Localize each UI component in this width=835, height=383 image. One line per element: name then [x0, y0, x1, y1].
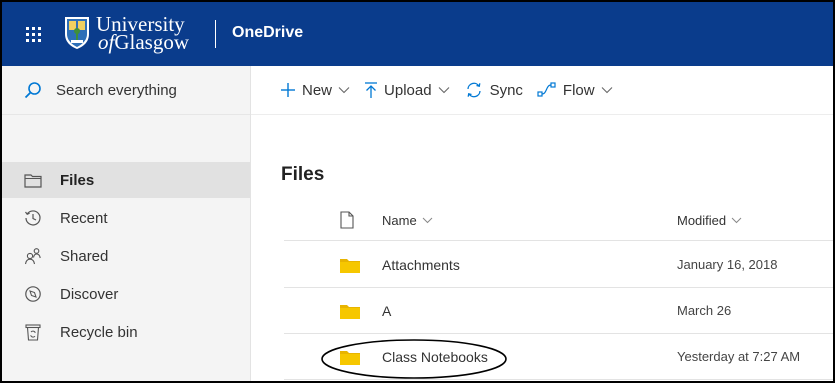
upload-label: Upload	[384, 81, 432, 99]
file-modified: January 16, 2018	[677, 257, 778, 272]
nav-item-label: Files	[60, 171, 95, 189]
sync-label: Sync	[489, 81, 523, 99]
flow-label: Flow	[562, 81, 595, 99]
clock-icon	[23, 208, 43, 228]
folder-outline-icon	[23, 170, 43, 190]
file-name[interactable]: Attachments	[382, 242, 460, 287]
flow-icon	[537, 82, 557, 98]
logo-line-2: ofGlasgow	[98, 30, 190, 54]
nav-item-label: Discover	[60, 285, 119, 303]
sync-button[interactable]: Sync	[464, 81, 523, 99]
plus-icon	[280, 82, 296, 98]
recycle-bin-icon	[23, 322, 43, 342]
folder-icon	[340, 334, 360, 379]
logo-line-2-rest: Glasgow	[114, 30, 190, 54]
app-launcher-button[interactable]	[2, 2, 64, 66]
modified-column-label: Modified	[677, 212, 727, 228]
search-placeholder: Search everything	[56, 81, 177, 99]
compass-icon	[23, 284, 43, 304]
logo-line-2-prefix: of	[98, 30, 115, 54]
waffle-icon	[25, 26, 41, 42]
university-name: University ofGlasgow	[96, 14, 190, 54]
list-item[interactable]: Class Notebooks Yesterday at 7:27 AM	[284, 334, 833, 380]
upload-icon	[364, 81, 378, 99]
flow-button[interactable]: Flow	[537, 82, 613, 99]
folder-icon	[340, 288, 360, 333]
list-header: Name Modified	[284, 200, 833, 241]
file-name[interactable]: A	[382, 288, 391, 333]
nav-item-recent[interactable]: Recent	[2, 200, 250, 236]
chevron-down-icon	[438, 86, 450, 94]
onedrive-window: University ofGlasgow OneDrive Search eve…	[0, 0, 835, 383]
search-box[interactable]: Search everything	[2, 66, 250, 115]
header-divider	[215, 20, 216, 48]
search-icon	[24, 82, 41, 99]
university-logo[interactable]: University ofGlasgow	[64, 10, 189, 56]
nav-item-label: Recycle bin	[60, 323, 138, 341]
chevron-down-icon	[338, 86, 350, 94]
file-name[interactable]: Class Notebooks	[382, 334, 488, 379]
chevron-down-icon	[601, 86, 613, 94]
chevron-down-icon	[422, 217, 433, 223]
file-icon[interactable]	[340, 200, 354, 240]
list-item[interactable]: A March 26	[284, 288, 833, 334]
nav-item-shared[interactable]: Shared	[2, 238, 250, 274]
file-modified: March 26	[677, 303, 732, 318]
left-nav: Search everything Files Recent Shared Di…	[2, 66, 251, 381]
page-title: Files	[281, 164, 325, 185]
name-column-header[interactable]: Name	[382, 200, 433, 240]
chevron-down-icon	[731, 217, 742, 223]
new-button[interactable]: New	[280, 82, 350, 99]
folder-icon	[340, 242, 360, 287]
nav-item-label: Recent	[60, 209, 108, 227]
list-item[interactable]: Attachments January 16, 2018	[284, 242, 833, 288]
upload-button[interactable]: Upload	[364, 82, 450, 99]
nav-item-recycle-bin[interactable]: Recycle bin	[2, 314, 250, 350]
nav-item-label: Shared	[60, 247, 109, 265]
command-bar: New Upload Sync Flow	[251, 66, 833, 115]
name-column-label: Name	[382, 212, 417, 228]
crest-icon	[65, 17, 89, 49]
suite-header: University ofGlasgow OneDrive	[2, 2, 833, 66]
new-label: New	[302, 81, 333, 99]
nav-item-files[interactable]: Files	[2, 162, 250, 198]
file-modified: Yesterday at 7:27 AM	[677, 349, 801, 364]
people-icon	[23, 246, 43, 266]
app-name[interactable]: OneDrive	[232, 24, 303, 42]
sync-icon	[464, 81, 484, 99]
nav-item-discover[interactable]: Discover	[2, 276, 250, 312]
modified-column-header[interactable]: Modified	[677, 200, 742, 240]
